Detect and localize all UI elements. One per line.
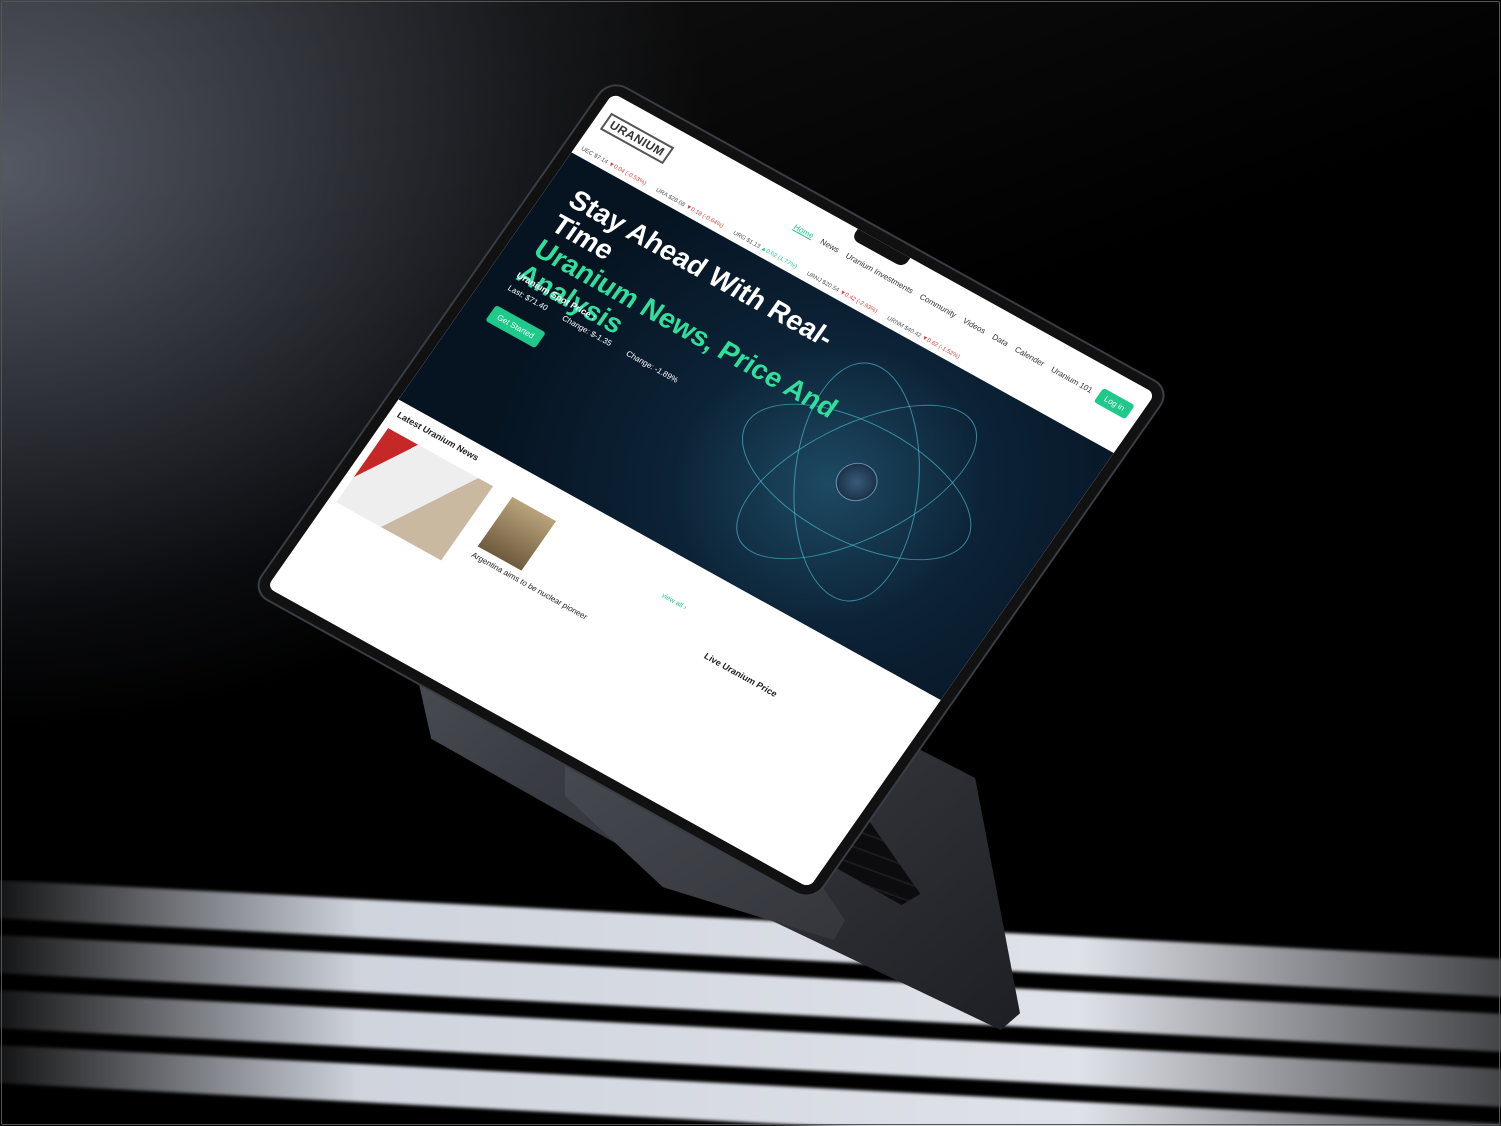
nav-uranium-101[interactable]: Uranium 101 xyxy=(1049,365,1094,395)
nav-data[interactable]: Data xyxy=(990,332,1010,348)
nav-videos[interactable]: Videos xyxy=(961,316,987,335)
nav-home[interactable]: Home xyxy=(792,222,816,240)
live-price-title: Live Uranium Price xyxy=(702,651,780,699)
nav-news[interactable]: News xyxy=(819,237,842,254)
floor-light-stripes xyxy=(0,880,1501,1126)
nav-calender[interactable]: Calender xyxy=(1013,345,1047,368)
nav-community[interactable]: Community xyxy=(918,292,959,319)
news-headline[interactable]: Argentina aims to be nuclear pioneer xyxy=(470,550,590,621)
login-button[interactable]: Log in xyxy=(1094,387,1136,419)
get-started-button[interactable]: Get Started xyxy=(485,305,546,349)
view-all-link[interactable]: view all › xyxy=(660,592,688,611)
